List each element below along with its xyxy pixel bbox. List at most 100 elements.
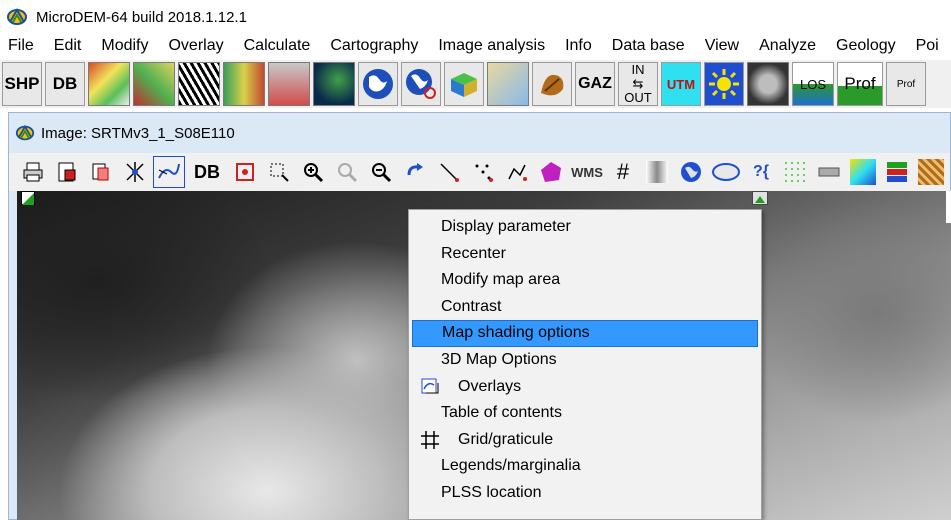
network-icon[interactable] bbox=[119, 156, 151, 188]
grid-toolbar-icon[interactable]: # bbox=[607, 156, 639, 188]
profile-button[interactable]: Prof bbox=[837, 62, 883, 106]
menu-info[interactable]: Info bbox=[555, 34, 602, 58]
menu-edit[interactable]: Edit bbox=[44, 34, 92, 58]
context-menu-item-label: Display parameter bbox=[441, 218, 571, 235]
context-menu-item-overlays[interactable]: Overlays bbox=[412, 374, 758, 401]
main-toolbar: SHP DB GAZ IN ⇆ OUT UTM LOS Prof Prof bbox=[0, 60, 951, 108]
geology-pattern-icon[interactable] bbox=[915, 156, 947, 188]
overlays-icon bbox=[419, 377, 441, 397]
landsat-thumbnail-icon[interactable] bbox=[223, 62, 265, 106]
3d-block-icon[interactable] bbox=[444, 62, 484, 106]
context-menu-item-label: Map shading options bbox=[442, 324, 590, 342]
streams-icon[interactable] bbox=[153, 156, 185, 188]
dots-icon[interactable] bbox=[779, 156, 811, 188]
menu-view[interactable]: View bbox=[695, 34, 749, 58]
context-menu-item-recenter[interactable]: Recenter bbox=[412, 241, 758, 268]
los-label: LOS bbox=[799, 76, 826, 92]
app-title: MicroDEM-64 build 2018.1.12.1 bbox=[36, 8, 247, 26]
satellite-thumbnail-icon[interactable] bbox=[268, 62, 310, 106]
menu-poi[interactable]: Poi bbox=[906, 34, 949, 58]
menu-image-analysis[interactable]: Image analysis bbox=[428, 34, 555, 58]
los-button[interactable]: LOS bbox=[792, 62, 834, 106]
context-menu-item-3d-map-options[interactable]: 3D Map Options bbox=[412, 347, 758, 374]
utm-button[interactable]: UTM bbox=[661, 62, 701, 106]
db-button[interactable]: DB bbox=[45, 62, 85, 106]
context-menu-item-plss-location[interactable]: PLSS location bbox=[412, 480, 758, 507]
context-menu-item-label: Grid/graticule bbox=[458, 430, 554, 448]
shp-button[interactable]: SHP bbox=[2, 62, 42, 106]
menu-modify[interactable]: Modify bbox=[91, 34, 158, 58]
microdem-window-icon[interactable] bbox=[15, 123, 35, 143]
zoom-in-icon[interactable] bbox=[297, 156, 329, 188]
context-menu-item-grid-graticule[interactable]: Grid/graticule bbox=[412, 427, 758, 454]
globe-search-icon[interactable] bbox=[401, 62, 441, 106]
legend-bars-icon[interactable] bbox=[881, 156, 913, 188]
menu-calculate[interactable]: Calculate bbox=[234, 34, 321, 58]
query-label: ?{ bbox=[753, 163, 769, 180]
context-menu-item-label: Legends/marginalia bbox=[441, 457, 581, 475]
map-corner-marker-icon bbox=[21, 191, 35, 205]
save-image-icon[interactable] bbox=[51, 156, 83, 188]
map-edge bbox=[946, 191, 951, 223]
opengl-icon[interactable] bbox=[709, 156, 743, 188]
microdem-app-icon[interactable] bbox=[6, 6, 28, 28]
in-out-button[interactable]: IN ⇆ OUT bbox=[618, 62, 658, 106]
copy-image-icon[interactable] bbox=[85, 156, 117, 188]
in-out-arrow-icon: ⇆ bbox=[632, 76, 644, 91]
texture-thumbnail-icon[interactable] bbox=[178, 62, 220, 106]
wms-button[interactable]: WMS bbox=[569, 156, 605, 188]
context-menu-item-map-shading-options[interactable]: Map shading options bbox=[412, 320, 758, 347]
menu-analyze[interactable]: Analyze bbox=[749, 34, 826, 58]
select-area-icon[interactable] bbox=[263, 156, 295, 188]
gaz-label: GAZ bbox=[578, 75, 612, 92]
utm-label: UTM bbox=[666, 76, 696, 92]
map-thumbnail-icon[interactable] bbox=[88, 62, 130, 106]
context-menu-item-label: Overlays bbox=[458, 377, 522, 395]
context-menu-item-legends-marginalia[interactable]: Legends/marginalia bbox=[412, 453, 758, 480]
context-menu-item-label: Contrast bbox=[441, 297, 502, 315]
image-window-title-bar: Image: SRTMv3_1_S08E110 bbox=[9, 113, 950, 153]
colorful-map-icon[interactable] bbox=[847, 156, 879, 188]
grayscale-icon[interactable] bbox=[641, 156, 673, 188]
earth-icon[interactable] bbox=[675, 156, 707, 188]
polygon-fill-icon[interactable] bbox=[535, 156, 567, 188]
database-button[interactable]: DB bbox=[187, 156, 227, 188]
context-menu-item-contrast[interactable]: Contrast bbox=[412, 294, 758, 321]
query-button[interactable]: ?{ bbox=[745, 156, 777, 188]
profile-small-label: Prof bbox=[896, 78, 916, 90]
menu-cartography[interactable]: Cartography bbox=[320, 34, 428, 58]
image-window-title: Image: SRTMv3_1_S08E110 bbox=[41, 124, 235, 142]
context-menu-item-label: Recenter bbox=[441, 244, 506, 262]
context-menu-item-table-of-contents[interactable]: Table of contents bbox=[412, 400, 758, 427]
fossil-icon[interactable] bbox=[532, 62, 572, 106]
points-icon[interactable] bbox=[467, 156, 499, 188]
target-icon[interactable] bbox=[229, 156, 261, 188]
app-title-bar: MicroDEM-64 build 2018.1.12.1 bbox=[0, 0, 951, 34]
context-menu-item-display-parameter[interactable]: Display parameter bbox=[412, 214, 758, 241]
zoom-disabled-icon[interactable] bbox=[331, 156, 363, 188]
menu-data-base[interactable]: Data base bbox=[602, 34, 695, 58]
menu-geology[interactable]: Geology bbox=[826, 34, 906, 58]
context-menu-item-label: 3D Map Options bbox=[441, 350, 557, 368]
ocean-thumbnail-icon[interactable] bbox=[313, 62, 355, 106]
database-label: DB bbox=[194, 161, 220, 182]
map-corner-triangle-icon[interactable] bbox=[752, 191, 768, 205]
streams-map-icon[interactable] bbox=[487, 62, 529, 106]
zoom-out-icon[interactable] bbox=[365, 156, 397, 188]
redraw-icon[interactable] bbox=[399, 156, 431, 188]
grid-icon bbox=[419, 430, 441, 450]
context-menu-item-modify-map-area[interactable]: Modify map area bbox=[412, 267, 758, 294]
route-icon[interactable] bbox=[501, 156, 533, 188]
measure-distance-icon[interactable] bbox=[433, 156, 465, 188]
menu-overlay[interactable]: Overlay bbox=[158, 34, 233, 58]
menu-file[interactable]: File bbox=[0, 34, 44, 58]
gazetteer-button[interactable]: GAZ bbox=[575, 62, 615, 106]
pipe-icon[interactable] bbox=[813, 156, 845, 188]
elevation-thumbnail-icon[interactable] bbox=[133, 62, 175, 106]
moon-icon[interactable] bbox=[747, 62, 789, 106]
print-icon[interactable] bbox=[17, 156, 49, 188]
context-menu-item-label: Modify map area bbox=[441, 271, 561, 289]
globe-icon[interactable] bbox=[358, 62, 398, 106]
profile-small-button[interactable]: Prof bbox=[886, 62, 926, 106]
sun-icon[interactable] bbox=[704, 62, 744, 106]
